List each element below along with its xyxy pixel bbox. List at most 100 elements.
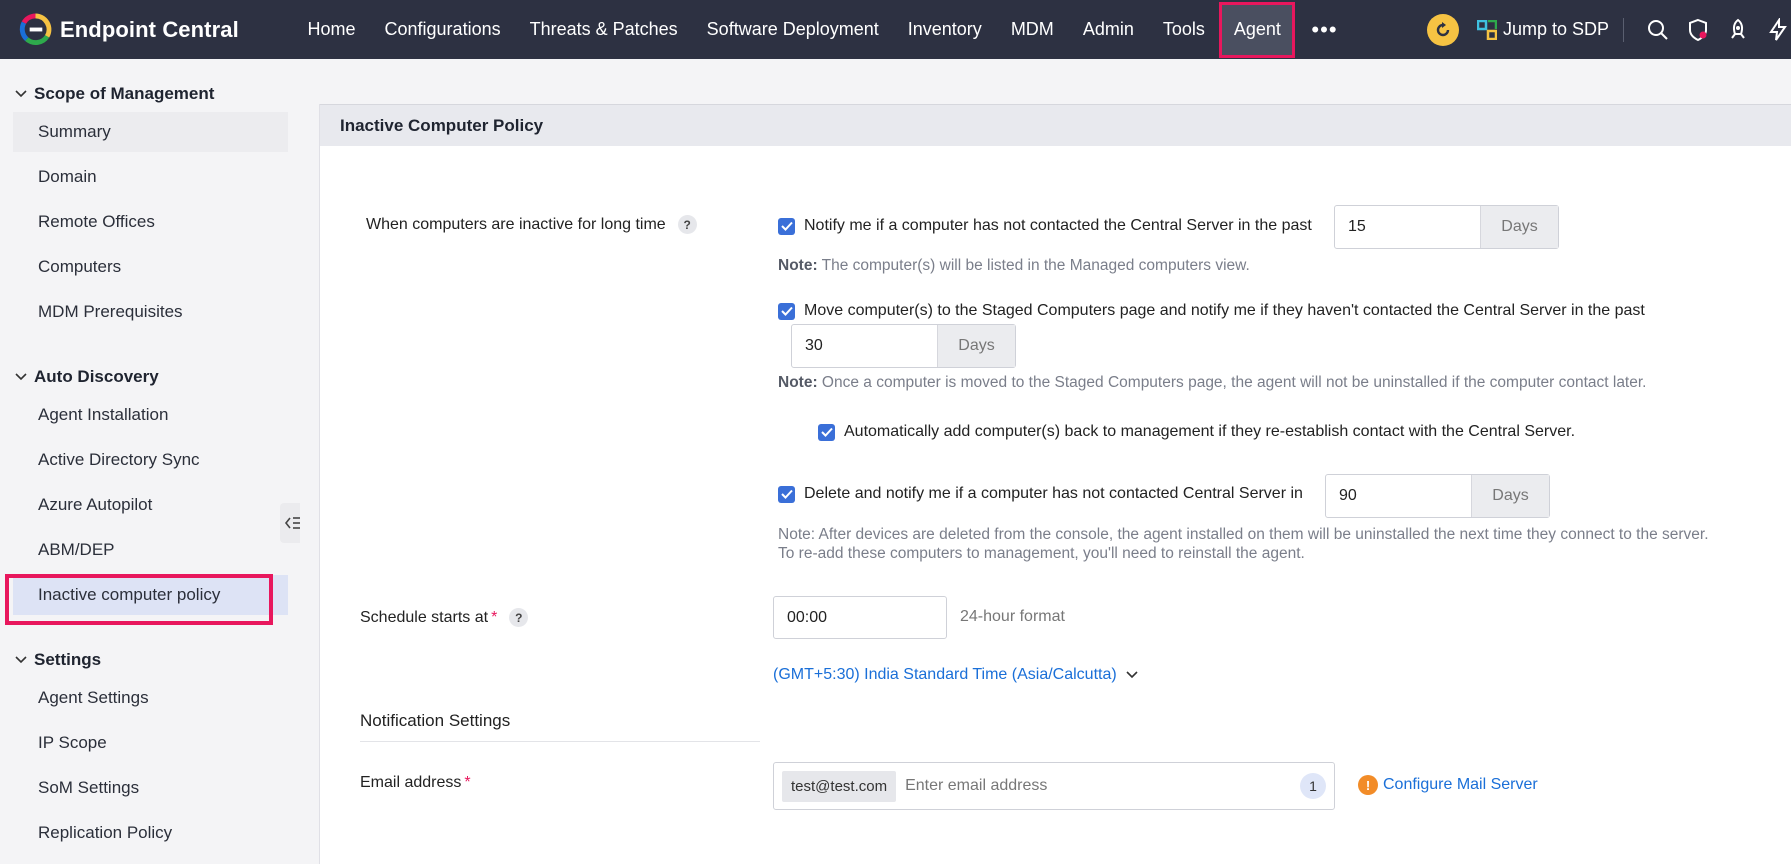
nav-inventory[interactable]: Inventory (893, 0, 996, 59)
schedule-time-input[interactable]: 00:00 (773, 596, 947, 639)
note-text: Once a computer is moved to the Staged C… (817, 374, 1647, 391)
configure-mail-label: Configure Mail Server (1383, 776, 1538, 793)
note-prefix: Note: (778, 374, 818, 391)
checkbox-checked-icon[interactable] (778, 485, 795, 503)
days-unit: Days (1480, 206, 1558, 248)
email-chip[interactable]: test@test.com (782, 770, 897, 802)
delete-days-value[interactable]: 90 (1326, 475, 1471, 517)
divider (1623, 17, 1624, 42)
checkbox-checked-icon[interactable] (818, 423, 835, 441)
nav-agent[interactable]: Agent (1219, 1, 1296, 58)
auto-add-option[interactable]: Automatically add computer(s) back to ma… (818, 423, 1575, 441)
note-text: The computer(s) will be listed in the Ma… (817, 257, 1250, 274)
timezone-label: (GMT+5:30) India Standard Time (Asia/Cal… (773, 666, 1117, 683)
inactive-label: When computers are inactive for long tim… (366, 215, 666, 233)
warning-icon: ! (1358, 775, 1378, 795)
lightning-icon[interactable] (1765, 17, 1791, 43)
email-label-row: Email address * (360, 774, 471, 792)
chevron-down-icon (15, 373, 27, 381)
move-option[interactable]: Move computer(s) to the Staged Computers… (778, 302, 1645, 320)
sidebar-item-replication-policy[interactable]: Replication Policy (13, 813, 288, 853)
sidebar-section-settings[interactable]: Settings (14, 650, 101, 670)
nav-software-deployment[interactable]: Software Deployment (692, 0, 893, 59)
delete-option[interactable]: Delete and notify me if a computer has n… (778, 485, 1303, 503)
sidebar-item-domain[interactable]: Domain (13, 157, 288, 197)
rocket-icon[interactable] (1725, 17, 1751, 43)
sidebar-item-abm-dep[interactable]: ABM/DEP (13, 530, 288, 570)
checkbox-checked-icon[interactable] (778, 302, 795, 320)
endpoint-central-logo-icon (19, 13, 52, 45)
more-menu-icon[interactable]: ••• (1295, 0, 1353, 59)
delete-note: Note: After devices are deleted from the… (778, 525, 1709, 563)
notify-days-value[interactable]: 15 (1335, 206, 1480, 248)
sidebar-item-active-directory-sync[interactable]: Active Directory Sync (13, 440, 288, 480)
section-title: Scope of Management (34, 84, 215, 103)
help-icon[interactable]: ? (509, 608, 529, 627)
sidebar-item-ip-scope[interactable]: IP Scope (13, 723, 288, 763)
brand[interactable]: Endpoint Central (0, 0, 285, 59)
nav-tools[interactable]: Tools (1148, 0, 1219, 59)
delete-label: Delete and notify me if a computer has n… (804, 485, 1303, 502)
required-mark: * (491, 608, 498, 626)
email-input-field[interactable]: test@test.com Enter email address 1 (773, 762, 1335, 810)
move-note: Note: Once a computer is moved to the St… (778, 374, 1646, 392)
sidebar-item-mdm-prerequisites[interactable]: MDM Prerequisites (13, 292, 288, 332)
nav-mdm[interactable]: MDM (996, 0, 1068, 59)
help-icon[interactable]: ? (677, 215, 697, 234)
delete-days-field[interactable]: 90 Days (1325, 474, 1550, 518)
days-unit: Days (937, 325, 1015, 367)
checkbox-checked-icon[interactable] (778, 217, 795, 235)
inactive-label-row: When computers are inactive for long tim… (366, 215, 697, 234)
sidebar-section-scope-of-management[interactable]: Scope of Management (14, 84, 214, 104)
sidebar-section-auto-discovery[interactable]: Auto Discovery (14, 367, 159, 387)
jump-to-sdp-link[interactable]: Jump to SDP (1476, 19, 1609, 40)
sidebar-item-agent-installation[interactable]: Agent Installation (13, 395, 288, 435)
notify-days-field[interactable]: 15 Days (1334, 205, 1559, 249)
nav-home[interactable]: Home (293, 0, 370, 59)
schedule-label: Schedule starts at (360, 608, 489, 626)
notification-settings-heading: Notification Settings (360, 711, 760, 742)
days-unit: Days (1471, 475, 1549, 517)
notify-label: Notify me if a computer has not contacte… (804, 217, 1312, 234)
auto-add-label: Automatically add computer(s) back to ma… (844, 423, 1576, 440)
required-mark: * (464, 774, 471, 791)
sidebar-item-som-settings[interactable]: SoM Settings (13, 768, 288, 808)
main-nav: Home Configurations Threats & Patches So… (293, 0, 1354, 59)
sidebar: Scope of Management Summary Domain Remot… (0, 59, 300, 864)
main-content: Inactive Computer Policy (300, 59, 1791, 864)
section-title: Settings (34, 650, 102, 669)
time-format-hint: 24-hour format (960, 608, 1065, 625)
jump-to-sdp-label: Jump to SDP (1502, 19, 1609, 39)
shield-alert-icon[interactable] (1685, 17, 1711, 43)
timezone-selector[interactable]: (GMT+5:30) India Standard Time (Asia/Cal… (773, 666, 1139, 684)
delete-note-line-1: Note: After devices are deleted from the… (778, 526, 1709, 543)
sdp-icon (1476, 19, 1497, 40)
nav-admin[interactable]: Admin (1068, 0, 1148, 59)
move-days-field[interactable]: 30 Days (791, 324, 1016, 368)
delete-note-line-2: To re-add these computers to management,… (778, 545, 1305, 562)
section-title: Auto Discovery (34, 367, 159, 386)
refresh-icon[interactable] (1426, 13, 1459, 46)
sidebar-item-azure-autopilot[interactable]: Azure Autopilot (13, 485, 288, 525)
email-input[interactable]: Enter email address (905, 777, 1300, 795)
nav-threats-patches[interactable]: Threats & Patches (515, 0, 692, 59)
note-prefix: Note: (778, 257, 818, 274)
configure-mail-server-link[interactable]: ! Configure Mail Server (1358, 775, 1538, 795)
sidebar-item-agent-settings[interactable]: Agent Settings (13, 678, 288, 718)
email-label: Email address (360, 774, 462, 791)
move-days-value[interactable]: 30 (792, 325, 937, 367)
panel-title: Inactive Computer Policy (320, 104, 1791, 146)
sidebar-item-summary[interactable]: Summary (13, 112, 288, 152)
selection-highlight (5, 574, 273, 625)
sidebar-item-computers[interactable]: Computers (13, 247, 288, 287)
search-icon[interactable] (1645, 17, 1671, 43)
top-navigation-bar: Endpoint Central Home Configurations Thr… (0, 0, 1791, 59)
move-label: Move computer(s) to the Staged Computers… (804, 302, 1645, 319)
chevron-down-icon (15, 90, 27, 98)
nav-configurations[interactable]: Configurations (370, 0, 515, 59)
notify-option[interactable]: Notify me if a computer has not contacte… (778, 217, 1312, 235)
sidebar-item-remote-offices[interactable]: Remote Offices (13, 202, 288, 242)
notify-note: Note: The computer(s) will be listed in … (778, 257, 1250, 275)
chevron-down-icon (15, 656, 27, 664)
email-count-badge: 1 (1300, 773, 1326, 799)
